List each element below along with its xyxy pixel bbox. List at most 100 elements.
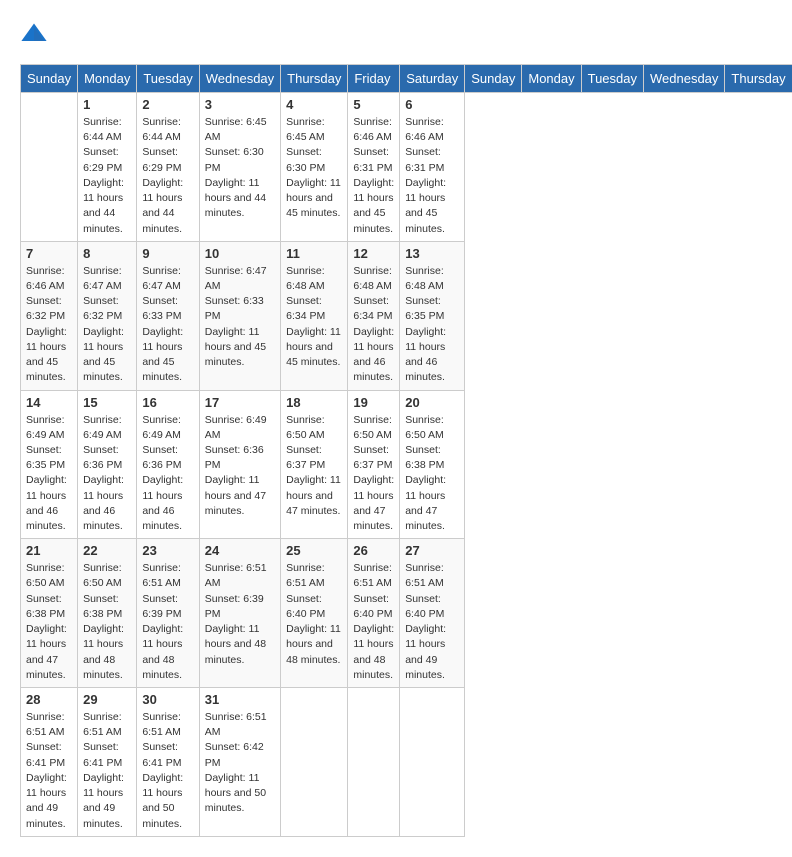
day-info: Sunrise: 6:51 AMSunset: 6:41 PMDaylight:… <box>83 711 124 830</box>
day-number: 4 <box>286 97 342 112</box>
col-header-sunday: Sunday <box>21 65 78 93</box>
day-cell: 6 Sunrise: 6:46 AMSunset: 6:31 PMDayligh… <box>400 93 465 242</box>
day-cell: 27 Sunrise: 6:51 AMSunset: 6:40 PMDaylig… <box>400 539 465 688</box>
day-cell: 24 Sunrise: 6:51 AMSunset: 6:39 PMDaylig… <box>199 539 280 688</box>
day-number: 12 <box>353 246 394 261</box>
day-number: 6 <box>405 97 459 112</box>
day-info: Sunrise: 6:51 AMSunset: 6:41 PMDaylight:… <box>26 711 67 830</box>
day-number: 15 <box>83 395 131 410</box>
col-header-saturday: Saturday <box>400 65 465 93</box>
day-number: 11 <box>286 246 342 261</box>
day-cell: 4 Sunrise: 6:45 AMSunset: 6:30 PMDayligh… <box>281 93 348 242</box>
col-header-thursday: Thursday <box>281 65 348 93</box>
day-number: 14 <box>26 395 72 410</box>
day-number: 21 <box>26 543 72 558</box>
day-cell: 9 Sunrise: 6:47 AMSunset: 6:33 PMDayligh… <box>137 241 199 390</box>
day-number: 30 <box>142 692 193 707</box>
day-cell: 17 Sunrise: 6:49 AMSunset: 6:36 PMDaylig… <box>199 390 280 539</box>
day-info: Sunrise: 6:46 AMSunset: 6:32 PMDaylight:… <box>26 265 67 384</box>
day-number: 5 <box>353 97 394 112</box>
day-info: Sunrise: 6:51 AMSunset: 6:39 PMDaylight:… <box>205 562 267 665</box>
day-cell: 5 Sunrise: 6:46 AMSunset: 6:31 PMDayligh… <box>348 93 400 242</box>
day-number: 31 <box>205 692 275 707</box>
day-number: 23 <box>142 543 193 558</box>
day-number: 10 <box>205 246 275 261</box>
day-cell: 7 Sunrise: 6:46 AMSunset: 6:32 PMDayligh… <box>21 241 78 390</box>
day-number: 13 <box>405 246 459 261</box>
week-row-1: 1 Sunrise: 6:44 AMSunset: 6:29 PMDayligh… <box>21 93 792 242</box>
day-info: Sunrise: 6:48 AMSunset: 6:35 PMDaylight:… <box>405 265 446 384</box>
week-row-5: 28 Sunrise: 6:51 AMSunset: 6:41 PMDaylig… <box>21 688 792 837</box>
day-cell: 23 Sunrise: 6:51 AMSunset: 6:39 PMDaylig… <box>137 539 199 688</box>
col-header-sunday: Sunday <box>465 65 522 93</box>
day-cell <box>21 93 78 242</box>
day-cell: 11 Sunrise: 6:48 AMSunset: 6:34 PMDaylig… <box>281 241 348 390</box>
col-header-monday: Monday <box>78 65 137 93</box>
day-number: 22 <box>83 543 131 558</box>
week-row-4: 21 Sunrise: 6:50 AMSunset: 6:38 PMDaylig… <box>21 539 792 688</box>
day-number: 27 <box>405 543 459 558</box>
day-cell: 13 Sunrise: 6:48 AMSunset: 6:35 PMDaylig… <box>400 241 465 390</box>
day-info: Sunrise: 6:45 AMSunset: 6:30 PMDaylight:… <box>286 116 341 219</box>
day-number: 24 <box>205 543 275 558</box>
day-info: Sunrise: 6:47 AMSunset: 6:33 PMDaylight:… <box>142 265 183 384</box>
day-info: Sunrise: 6:49 AMSunset: 6:36 PMDaylight:… <box>142 414 183 533</box>
day-info: Sunrise: 6:44 AMSunset: 6:29 PMDaylight:… <box>83 116 124 235</box>
col-header-friday: Friday <box>348 65 400 93</box>
day-info: Sunrise: 6:50 AMSunset: 6:38 PMDaylight:… <box>83 562 124 681</box>
day-number: 29 <box>83 692 131 707</box>
day-number: 18 <box>286 395 342 410</box>
day-cell: 3 Sunrise: 6:45 AMSunset: 6:30 PMDayligh… <box>199 93 280 242</box>
day-cell: 22 Sunrise: 6:50 AMSunset: 6:38 PMDaylig… <box>78 539 137 688</box>
col-header-tuesday: Tuesday <box>137 65 199 93</box>
day-cell: 12 Sunrise: 6:48 AMSunset: 6:34 PMDaylig… <box>348 241 400 390</box>
day-info: Sunrise: 6:47 AMSunset: 6:32 PMDaylight:… <box>83 265 124 384</box>
day-cell: 28 Sunrise: 6:51 AMSunset: 6:41 PMDaylig… <box>21 688 78 837</box>
day-number: 3 <box>205 97 275 112</box>
day-info: Sunrise: 6:47 AMSunset: 6:33 PMDaylight:… <box>205 265 267 368</box>
col-header-thursday: Thursday <box>725 65 792 93</box>
col-header-tuesday: Tuesday <box>581 65 643 93</box>
day-number: 2 <box>142 97 193 112</box>
day-info: Sunrise: 6:51 AMSunset: 6:40 PMDaylight:… <box>405 562 446 681</box>
day-cell: 18 Sunrise: 6:50 AMSunset: 6:37 PMDaylig… <box>281 390 348 539</box>
day-number: 25 <box>286 543 342 558</box>
day-cell: 31 Sunrise: 6:51 AMSunset: 6:42 PMDaylig… <box>199 688 280 837</box>
day-cell: 1 Sunrise: 6:44 AMSunset: 6:29 PMDayligh… <box>78 93 137 242</box>
day-cell: 14 Sunrise: 6:49 AMSunset: 6:35 PMDaylig… <box>21 390 78 539</box>
day-cell: 19 Sunrise: 6:50 AMSunset: 6:37 PMDaylig… <box>348 390 400 539</box>
day-number: 26 <box>353 543 394 558</box>
day-info: Sunrise: 6:49 AMSunset: 6:36 PMDaylight:… <box>83 414 124 533</box>
day-number: 1 <box>83 97 131 112</box>
day-number: 9 <box>142 246 193 261</box>
logo <box>20 20 52 48</box>
day-cell: 30 Sunrise: 6:51 AMSunset: 6:41 PMDaylig… <box>137 688 199 837</box>
day-cell: 10 Sunrise: 6:47 AMSunset: 6:33 PMDaylig… <box>199 241 280 390</box>
col-header-wednesday: Wednesday <box>644 65 725 93</box>
day-cell: 15 Sunrise: 6:49 AMSunset: 6:36 PMDaylig… <box>78 390 137 539</box>
day-info: Sunrise: 6:50 AMSunset: 6:38 PMDaylight:… <box>405 414 446 533</box>
day-cell: 26 Sunrise: 6:51 AMSunset: 6:40 PMDaylig… <box>348 539 400 688</box>
logo-icon <box>20 20 48 48</box>
col-header-wednesday: Wednesday <box>199 65 280 93</box>
day-cell: 8 Sunrise: 6:47 AMSunset: 6:32 PMDayligh… <box>78 241 137 390</box>
day-cell: 16 Sunrise: 6:49 AMSunset: 6:36 PMDaylig… <box>137 390 199 539</box>
day-cell <box>348 688 400 837</box>
day-info: Sunrise: 6:49 AMSunset: 6:35 PMDaylight:… <box>26 414 67 533</box>
day-info: Sunrise: 6:51 AMSunset: 6:41 PMDaylight:… <box>142 711 183 830</box>
day-cell: 21 Sunrise: 6:50 AMSunset: 6:38 PMDaylig… <box>21 539 78 688</box>
day-info: Sunrise: 6:51 AMSunset: 6:40 PMDaylight:… <box>286 562 341 665</box>
week-row-2: 7 Sunrise: 6:46 AMSunset: 6:32 PMDayligh… <box>21 241 792 390</box>
day-info: Sunrise: 6:51 AMSunset: 6:40 PMDaylight:… <box>353 562 394 681</box>
col-header-monday: Monday <box>522 65 581 93</box>
page-header <box>20 20 772 48</box>
day-cell: 2 Sunrise: 6:44 AMSunset: 6:29 PMDayligh… <box>137 93 199 242</box>
day-cell: 29 Sunrise: 6:51 AMSunset: 6:41 PMDaylig… <box>78 688 137 837</box>
day-number: 20 <box>405 395 459 410</box>
week-row-3: 14 Sunrise: 6:49 AMSunset: 6:35 PMDaylig… <box>21 390 792 539</box>
day-cell <box>281 688 348 837</box>
day-info: Sunrise: 6:45 AMSunset: 6:30 PMDaylight:… <box>205 116 267 219</box>
day-info: Sunrise: 6:46 AMSunset: 6:31 PMDaylight:… <box>405 116 446 235</box>
day-number: 8 <box>83 246 131 261</box>
day-info: Sunrise: 6:50 AMSunset: 6:37 PMDaylight:… <box>353 414 394 533</box>
